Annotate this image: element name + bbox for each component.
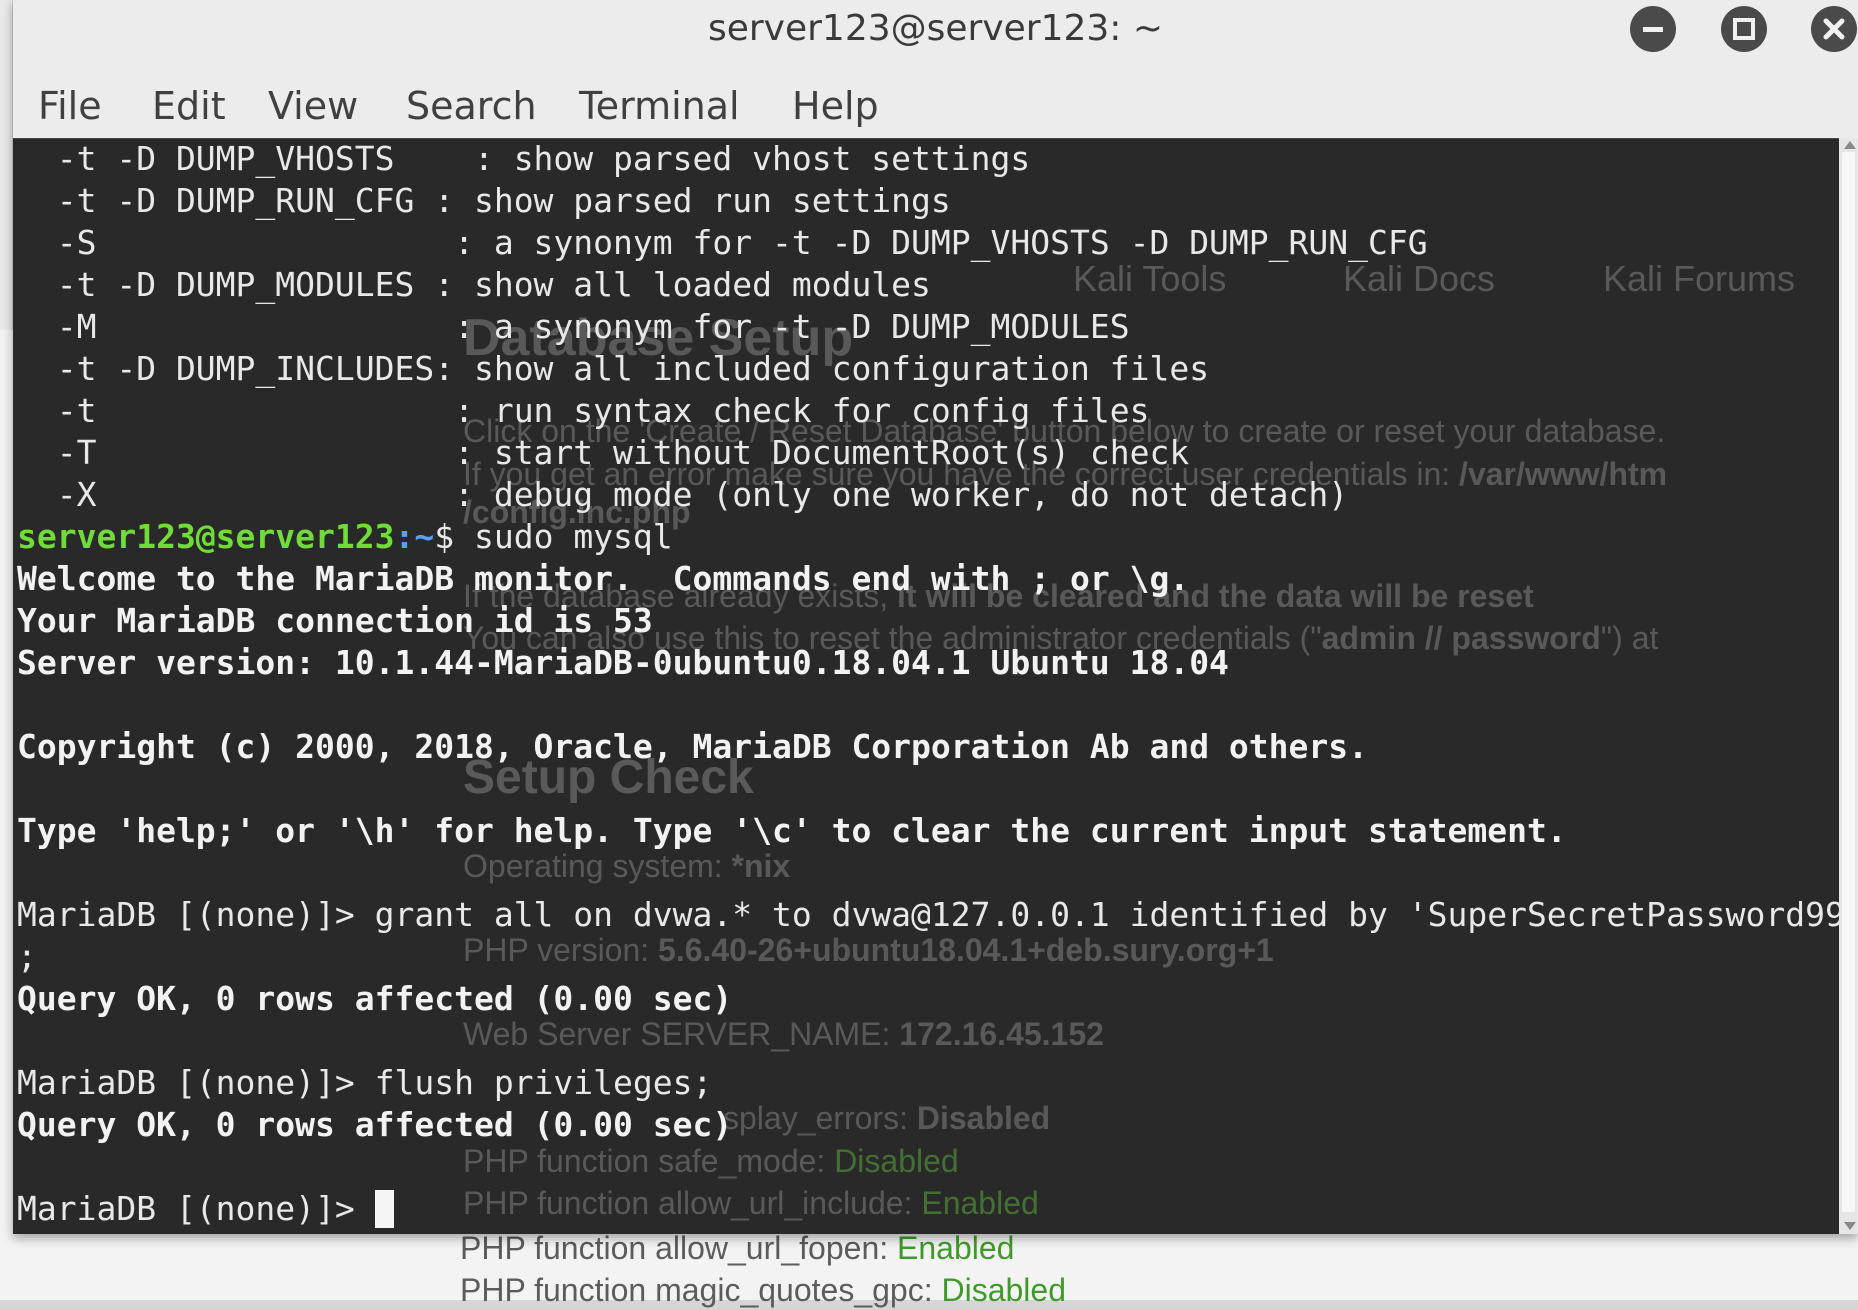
minimize-button[interactable] — [1630, 6, 1676, 52]
ghost-url-include: PHP function allow_url_include: Enabled — [463, 1185, 1039, 1222]
menu-search[interactable]: Search — [406, 84, 537, 128]
mariadb-server-version: Server version: 10.1.44-MariaDB-0ubuntu0… — [17, 643, 1229, 682]
scroll-up-icon[interactable] — [1844, 141, 1856, 149]
mariadb-prompt: MariaDB [(none)]> — [17, 1189, 375, 1228]
ghost-display-errors-value: Disabled — [916, 1100, 1051, 1136]
ghost-safe-mode-value: Disabled — [834, 1143, 959, 1179]
ghost-server-name: Web Server SERVER_NAME: 172.16.45.152 — [463, 1016, 1104, 1053]
scroll-down-icon[interactable] — [1844, 1222, 1856, 1230]
menu-view[interactable]: View — [268, 84, 358, 128]
help-line-dump-vhosts: -t -D DUMP_VHOSTS : show parsed vhost se… — [17, 139, 1031, 178]
help-line-S: -S : a synonym for -t -D DUMP_VHOSTS -D … — [17, 223, 1428, 262]
mariadb-help-hint: Type 'help;' or '\h' for help. Type '\c'… — [17, 811, 1567, 850]
ghost-php-value: 5.6.40-26+ubuntu18.04.1+deb.sury.org+1 — [658, 932, 1274, 968]
close-button[interactable] — [1811, 6, 1857, 52]
ghost-bookmark-kali-forums: Kali Forums — [1603, 258, 1796, 299]
shell-prompt-path: :~ — [394, 517, 435, 556]
mariadb-copyright: Copyright (c) 2000, 2018, Oracle, MariaD… — [17, 727, 1369, 766]
ghost-os-value: *nix — [731, 848, 791, 884]
menu-edit[interactable]: Edit — [152, 84, 226, 128]
help-line-T: -T : start without DocumentRoot(s) check — [17, 433, 1190, 472]
help-line-t: -t : run syntax check for config files — [17, 391, 1150, 430]
shell-prompt-user: server123@server123 — [17, 517, 395, 556]
maximize-button[interactable] — [1721, 6, 1767, 52]
ghost-server-name-label: Web Server SERVER_NAME: — [463, 1016, 900, 1052]
query-ok-grant: Query OK, 0 rows affected (0.00 sec) — [17, 979, 733, 1018]
help-line-dump-includes: -t -D DUMP_INCLUDES: show all included c… — [17, 349, 1210, 388]
query-ok-flush: Query OK, 0 rows affected (0.00 sec) — [17, 1105, 733, 1144]
scrollbar-thumb[interactable] — [1842, 152, 1855, 1212]
ghost-safe-mode-label: PHP function safe_mode: — [463, 1143, 835, 1179]
window-title: server123@server123: ~ — [707, 8, 1164, 49]
ghost-intro-2-path: /var/www/htm — [1459, 456, 1668, 492]
shell-command: $ sudo mysql — [434, 517, 673, 556]
php-allow-url-fopen-row: PHP function allow_url_fopen: Enabled — [460, 1230, 1014, 1267]
minimize-icon — [1643, 27, 1663, 32]
flush-command: MariaDB [(none)]> flush privileges; — [17, 1063, 713, 1102]
help-line-M: -M : a synonym for -t -D DUMP_MODULES — [17, 307, 1130, 346]
help-line-X: -X : debug mode (only one worker, do not… — [17, 475, 1349, 514]
help-line-dump-modules: -t -D DUMP_MODULES : show all loaded mod… — [17, 265, 931, 304]
ghost-php-label: PHP version: — [463, 932, 659, 968]
help-line-dump-run-cfg: -t -D DUMP_RUN_CFG : show parsed run set… — [17, 181, 951, 220]
mariadb-welcome: Welcome to the MariaDB monitor. Commands… — [17, 559, 1190, 598]
text-cursor — [374, 1190, 394, 1228]
mariadb-connection-id: Your MariaDB connection id is 53 — [17, 601, 653, 640]
window-titlebar[interactable]: server123@server123: ~ — [13, 0, 1858, 63]
ghost-display-errors: splay_errors: Disabled — [723, 1100, 1050, 1137]
menu-terminal[interactable]: Terminal — [579, 84, 740, 128]
grant-continuation: ; — [17, 937, 37, 976]
ghost-os-label: Operating system: — [463, 848, 732, 884]
ghost-bookmark-kali-docs: Kali Docs — [1343, 258, 1496, 299]
close-icon — [1823, 18, 1845, 40]
ghost-url-include-label: PHP function allow_url_include: — [463, 1185, 922, 1221]
ghost-reset-bold: admin // password — [1321, 620, 1601, 656]
ghost-display-errors-label: splay_errors: — [723, 1100, 917, 1136]
grant-command: MariaDB [(none)]> grant all on dvwa.* to… — [17, 895, 1839, 934]
ghost-reset-suffix: ") at — [1600, 620, 1659, 656]
terminal-window[interactable]: server123@server123: ~ File Edit View Se… — [13, 0, 1858, 1234]
ghost-os: Operating system: *nix — [463, 848, 790, 885]
php-allow-url-fopen-label: PHP function allow_url_fopen: — [460, 1230, 898, 1266]
php-magic-quotes-label: PHP function magic_quotes_gpc: — [460, 1272, 942, 1308]
maximize-icon — [1733, 18, 1755, 40]
shell-prompt-line: server123@server123:~$ sudo mysql — [17, 516, 673, 558]
menu-file[interactable]: File — [38, 84, 102, 128]
terminal-output[interactable]: Kali Tools Kali Docs Kali Forums Databas… — [13, 138, 1839, 1234]
ghost-safe-mode: PHP function safe_mode: Disabled — [463, 1143, 959, 1180]
menu-help[interactable]: Help — [792, 84, 879, 128]
ghost-php-version: PHP version: 5.6.40-26+ubuntu18.04.1+deb… — [463, 932, 1274, 969]
ghost-bookmark-kali-tools: Kali Tools — [1073, 258, 1227, 299]
php-magic-quotes-row: PHP function magic_quotes_gpc: Disabled — [460, 1272, 1066, 1309]
php-allow-url-fopen-value: Enabled — [897, 1230, 1015, 1266]
php-magic-quotes-value: Disabled — [941, 1272, 1066, 1308]
ghost-server-name-value: 172.16.45.152 — [899, 1016, 1104, 1052]
ghost-url-include-value: Enabled — [921, 1185, 1039, 1221]
mariadb-input-line[interactable]: MariaDB [(none)]> — [17, 1188, 394, 1230]
